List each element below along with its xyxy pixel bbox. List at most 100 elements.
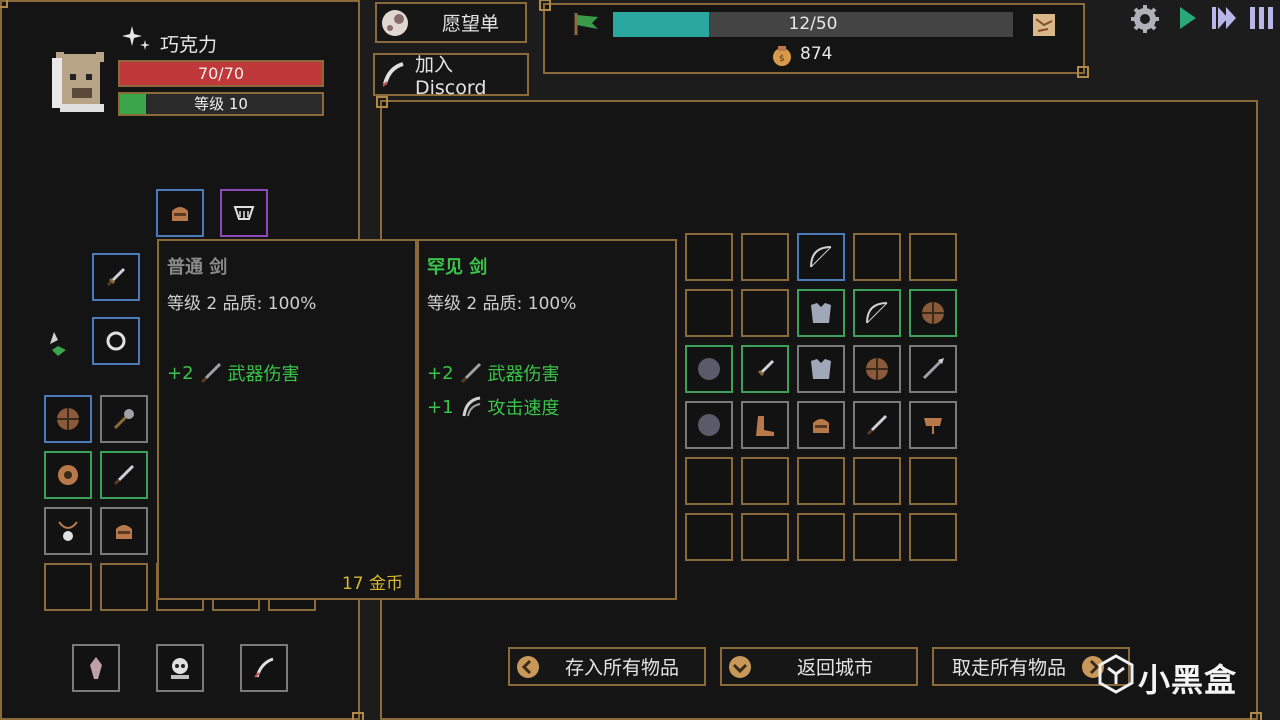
attack-speed-icon	[460, 396, 482, 418]
loot-slot-empty[interactable]	[909, 457, 957, 505]
tooltip-stat: +2 武器伤害	[427, 356, 667, 390]
loot-slot-dagger[interactable]	[853, 401, 901, 449]
loot-slot-empty[interactable]	[909, 513, 957, 561]
shield-icon	[919, 299, 947, 327]
loot-slot-shield[interactable]	[909, 289, 957, 337]
spear-icon	[919, 355, 947, 383]
loot-slot-empty[interactable]	[741, 513, 789, 561]
item-tooltip-equipped: 普通 剑 等级 2 品质: 100% +2 武器伤害 17 金币	[157, 239, 417, 600]
bag-slot-empty[interactable]	[44, 563, 92, 611]
city-icon	[727, 654, 753, 680]
loot-slot-orb[interactable]	[685, 345, 733, 393]
gold-amount: 874	[800, 44, 833, 64]
pause-icon[interactable]	[1248, 5, 1276, 31]
stat-label: 武器伤害	[227, 364, 300, 385]
loot-slot-helmet[interactable]	[797, 401, 845, 449]
wishlist-label: 愿望单	[442, 13, 500, 35]
svg-text:$: $	[779, 54, 785, 64]
level-text: 等级 10	[194, 95, 248, 113]
loot-slot-empty[interactable]	[685, 289, 733, 337]
gear-icon[interactable]	[1130, 4, 1160, 34]
gold-pouch-icon: $	[770, 43, 794, 67]
loot-slot-shield[interactable]	[853, 345, 901, 393]
skull-icon	[166, 654, 194, 682]
tooltip-stat: +1 攻击速度	[427, 390, 667, 424]
loot-slot-chestplate[interactable]	[797, 289, 845, 337]
character-portrait	[46, 48, 112, 114]
loot-slot-orb[interactable]	[685, 401, 733, 449]
take-all-label: 取走所有物品	[952, 657, 1067, 679]
stat-value: +2	[427, 362, 454, 384]
stat-label: 攻击速度	[487, 398, 560, 419]
skull-button[interactable]	[156, 644, 204, 692]
hp-text: 70/70	[197, 64, 245, 83]
loot-slot-bow[interactable]	[797, 233, 845, 281]
sparkle-icon	[122, 24, 152, 54]
crystal-icon	[82, 654, 110, 682]
wishlist-button[interactable]: 愿望单	[375, 2, 527, 43]
discord-button[interactable]: 加入 Discord	[373, 53, 529, 99]
loot-slot-empty[interactable]	[909, 233, 957, 281]
map-icon[interactable]	[1030, 11, 1058, 39]
loot-slot-empty[interactable]	[741, 289, 789, 337]
equip-slot-helmet[interactable]	[156, 189, 204, 237]
helmet-icon	[110, 517, 138, 545]
bag-slot-necklace[interactable]	[44, 507, 92, 555]
equip-slot-weapon[interactable]	[92, 253, 140, 301]
loot-slot-empty[interactable]	[853, 513, 901, 561]
bag-slot-mace[interactable]	[100, 395, 148, 443]
equip-slot-ring[interactable]	[92, 317, 140, 365]
loot-slot-spear[interactable]	[909, 345, 957, 393]
character-name: 巧克力	[160, 34, 218, 56]
loot-slot-empty[interactable]	[797, 513, 845, 561]
tooltip-stat: +2 武器伤害	[167, 356, 407, 390]
bow-icon	[863, 299, 891, 327]
loot-slot-empty[interactable]	[853, 233, 901, 281]
loot-slot-boots[interactable]	[741, 401, 789, 449]
loot-slot-chestplate[interactable]	[797, 345, 845, 393]
loot-slot-empty[interactable]	[797, 457, 845, 505]
quill-icon	[250, 654, 278, 682]
ring-icon	[102, 327, 130, 355]
item-tooltip-compare: 罕见 剑 等级 2 品质: 100% +2 武器伤害 +1 攻击速度	[417, 239, 677, 600]
necklace-icon	[54, 517, 82, 545]
stat-label: 武器伤害	[487, 364, 560, 385]
store-all-button[interactable]: 存入所有物品	[508, 647, 706, 686]
play-icon[interactable]	[1176, 5, 1200, 31]
loot-slot-empty[interactable]	[685, 233, 733, 281]
steam-icon	[380, 8, 410, 38]
return-city-button[interactable]: 返回城市	[720, 647, 918, 686]
bag-slot-empty[interactable]	[100, 563, 148, 611]
dagger-icon	[863, 411, 891, 439]
tooltip-price: 17 金币	[341, 574, 403, 594]
loot-slot-empty[interactable]	[741, 457, 789, 505]
crystal-button[interactable]	[72, 644, 120, 692]
chestplate-icon	[807, 355, 835, 383]
equip-slot-amulet[interactable]	[220, 189, 268, 237]
stat-value: +2	[167, 362, 194, 384]
quill-button[interactable]	[240, 644, 288, 692]
stage-progress-bar: 12/50	[613, 12, 1013, 37]
return-city-label: 返回城市	[797, 657, 874, 679]
stat-gem-icon	[44, 328, 76, 360]
bag-slot-shield[interactable]	[44, 395, 92, 443]
loot-slot-empty[interactable]	[853, 457, 901, 505]
store-all-label: 存入所有物品	[565, 657, 680, 679]
loot-slot-bow[interactable]	[853, 289, 901, 337]
xp-bar: 等级 10	[118, 92, 324, 116]
fast-forward-icon[interactable]	[1210, 5, 1240, 31]
bag-slot-rune[interactable]	[44, 451, 92, 499]
loot-slot-armor[interactable]	[909, 401, 957, 449]
weapon-damage-icon	[460, 362, 482, 384]
tooltip-title: 普通 剑	[167, 257, 228, 278]
bag-slot-dagger[interactable]	[100, 451, 148, 499]
loot-slot-empty[interactable]	[685, 457, 733, 505]
loot-slot-sword[interactable]	[741, 345, 789, 393]
stat-value: +1	[427, 396, 454, 418]
hp-bar: 70/70	[118, 60, 324, 87]
orb-icon	[695, 355, 723, 383]
tooltip-level-quality: 等级 2 品质: 100%	[167, 294, 317, 314]
loot-slot-empty[interactable]	[741, 233, 789, 281]
bag-slot-helmet[interactable]	[100, 507, 148, 555]
loot-slot-empty[interactable]	[685, 513, 733, 561]
